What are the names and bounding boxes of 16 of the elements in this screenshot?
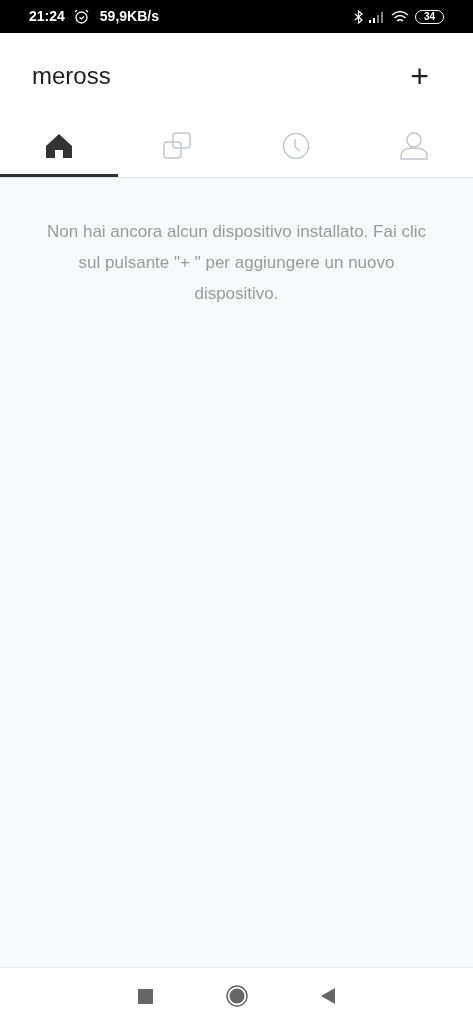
alarm-icon: [73, 9, 89, 24]
wifi-icon: [391, 9, 409, 24]
app-title: meross: [32, 60, 111, 91]
status-time: 21:24: [29, 7, 65, 26]
clock-icon: [281, 132, 310, 160]
overlapping-squares-icon: [163, 132, 192, 160]
empty-state-message: Non hai ancora alcun dispositivo installato. Fai clic sul pulsante "+ " per aggiungere un nuovo dispositivo.: [46, 221, 427, 305]
recent-apps-button[interactable]: [138, 988, 153, 1004]
signal-icon: [369, 10, 385, 23]
user-icon: [399, 132, 428, 160]
home-icon: [45, 133, 74, 159]
back-button[interactable]: [321, 988, 335, 1004]
add-button[interactable]: +: [410, 59, 429, 92]
bluetooth-icon: [354, 9, 363, 24]
network-speed: 59,9KB/s: [99, 7, 159, 26]
home-button[interactable]: [226, 985, 248, 1007]
